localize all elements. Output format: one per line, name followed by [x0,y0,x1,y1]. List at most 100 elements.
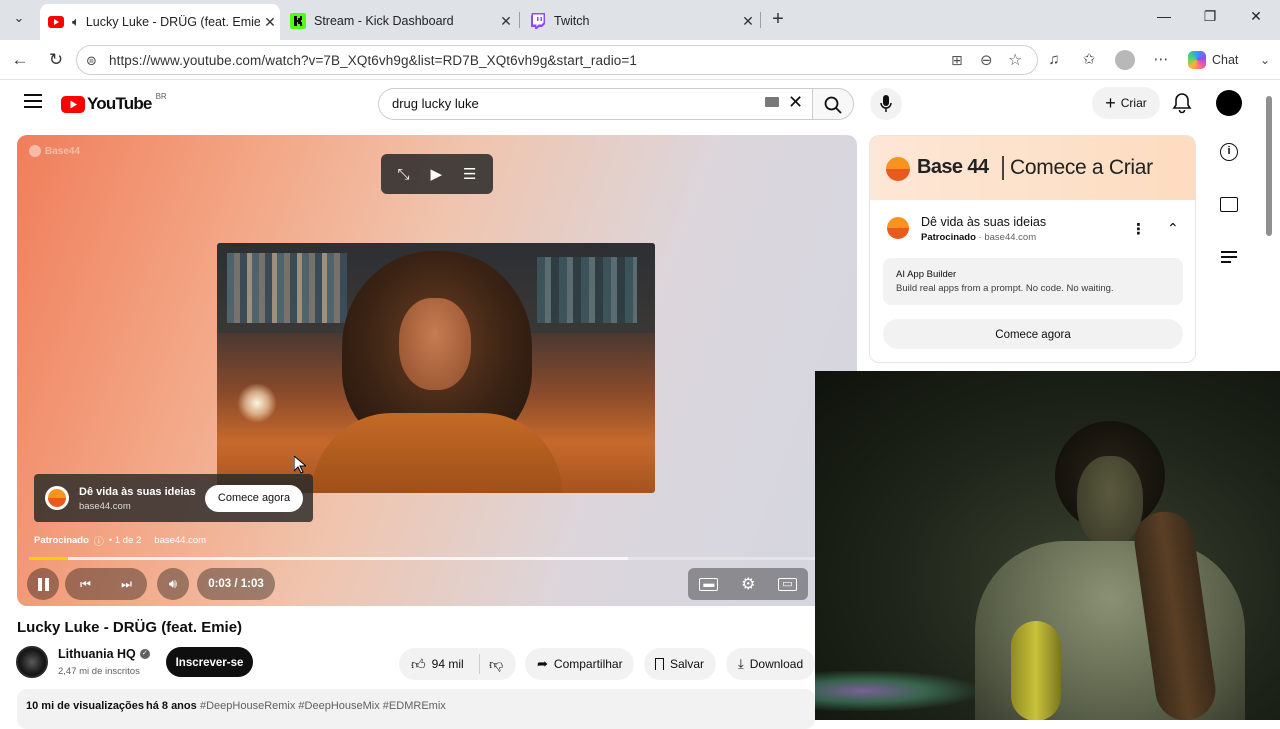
prev-next-group: ⏮︎ ⏭︎ [65,568,147,600]
menu-icon[interactable] [24,94,42,108]
hashtags[interactable]: #DeepHouseRemix #DeepHouseMix #EDMREmix [200,700,446,712]
video-player[interactable]: Base44 ⤡ ▶︎ ☰ Dê vida às suas ideias bas… [17,135,857,606]
close-tab-icon[interactable]: ✕ [738,13,758,30]
youtube-logo[interactable]: YouTube BR [61,92,167,114]
more-options-icon[interactable]: ⋯ [1151,50,1171,70]
copilot-chat-button[interactable]: Chat [1182,46,1252,74]
youtube-logo-icon [61,95,85,113]
books-right [537,257,637,323]
info-circle-icon[interactable]: i [1220,143,1238,161]
view-count: 10 mi de visualizações [26,700,145,712]
previous-icon[interactable]: ⏮︎ [80,577,91,592]
next-icon[interactable]: ⏭︎ [121,577,132,592]
url-text: https://www.youtube.com/watch?v=7B_XQt6v… [109,53,638,68]
progress-bar[interactable] [29,557,817,560]
back-button[interactable]: ← [8,48,32,72]
favorites-icon[interactable]: ✩ [1079,50,1099,70]
zoom-icon[interactable]: ⊖ [980,51,993,69]
sponsored-line: Patrocinado ⓘ • 1 de 2 base44.com [34,533,206,548]
tab-kick[interactable]: Stream - Kick Dashboard ✕ [282,6,516,36]
close-tab-icon[interactable]: ✕ [260,14,280,31]
scrollbar[interactable] [1266,96,1272,236]
person-face [399,298,471,390]
account-avatar[interactable] [1216,90,1242,116]
chevron-up-icon[interactable]: ⌃ [1167,220,1179,237]
overlay-ad-card[interactable]: Dê vida às suas ideias base44.com Comece… [34,474,313,522]
overlay-ad-cta-button[interactable]: Comece agora [205,485,303,512]
more-vert-icon[interactable]: ⋮ [1131,220,1146,238]
tab-youtube[interactable]: 🔈︎ Lucky Luke - DRÜG (feat. Emie ✕ [40,4,280,40]
youtube-header: YouTube BR drug lucky luke ✕ + Criar [0,82,1280,124]
search-icon [824,96,842,114]
address-bar[interactable]: ⊜ https://www.youtube.com/watch?v=7B_XQt… [76,45,1038,75]
notes-icon[interactable]: ☰ [463,165,476,183]
settings-gear-icon[interactable]: ⚙︎ [741,574,755,594]
new-tab-button[interactable]: + [766,8,790,32]
playlist-icon[interactable] [1221,251,1237,263]
close-window-button[interactable]: ✕ [1233,8,1279,32]
like-dislike-group: 👍︎ 94 mil 👎︎ [399,648,516,680]
ad-watermark: Base44 [29,145,80,157]
like-button[interactable]: 👍︎ 94 mil [399,656,479,673]
share-button[interactable]: ➦ Compartilhar [525,648,634,680]
close-tab-icon[interactable]: ✕ [496,13,516,30]
ad-info-box: AI App Builder Build real apps from a pr… [883,258,1183,305]
miniplayer-icon[interactable]: ▭ [778,577,797,591]
pause-button[interactable] [27,568,59,600]
app-available-icon[interactable]: ⊞ [951,52,963,69]
voice-search-button[interactable] [870,88,902,120]
banner-tagline: Comece a Criar [1010,156,1153,179]
profile-avatar[interactable] [1115,50,1135,70]
ad-title[interactable]: Dê vida às suas ideias [921,215,1046,229]
save-button[interactable]: Salvar [644,648,716,680]
channel-name-row[interactable]: Lithuania HQ ✓ [58,647,150,661]
video-description-box[interactable]: 10 mi de visualizações há 8 anos #DeepHo… [17,689,815,729]
chevron-down-icon[interactable]: ⌄ [1255,50,1275,70]
tab-list-menu-icon[interactable]: ⌄ [8,10,30,30]
ad-cta-button[interactable]: Comece agora [883,319,1183,349]
sidebar-ad-card: Base 44 Comece a Criar Dê vida às suas i… [869,135,1196,363]
download-button[interactable]: ⤓ Download [726,648,815,680]
restore-button[interactable]: ❐ [1187,8,1233,32]
video-settings-icon[interactable]: ▶︎ [430,165,442,183]
reload-button[interactable]: ↻ [44,48,68,72]
ad-sponsor-line: Patrocinado · base44.com [921,232,1037,243]
ad-banner[interactable]: Base 44 Comece a Criar [870,136,1195,200]
favorite-star-icon[interactable]: ☆ [1008,50,1022,70]
lamp-glow [237,383,277,423]
info-icon[interactable]: ⓘ [94,533,104,548]
webcam-overlay [815,371,1280,720]
notifications-bell-icon[interactable] [1172,92,1192,114]
twitch-favicon-icon [530,13,546,29]
books-left [227,253,347,323]
webcam-person-face [1077,456,1143,546]
dislike-button[interactable]: 👎︎ [480,656,503,673]
upload-age: há 8 anos [146,700,197,712]
search-button[interactable] [812,88,854,120]
volume-button[interactable]: 🔊︎ [157,568,189,600]
sponsored-domain[interactable]: base44.com [154,535,206,546]
search-input[interactable]: drug lucky luke ✕ [378,88,814,120]
minimize-button[interactable]: — [1141,8,1187,32]
tab-divider [760,12,761,28]
tab-title: Stream - Kick Dashboard [314,14,454,28]
collapse-icon[interactable]: ⤡ [397,166,409,183]
subscribe-button[interactable]: Inscrever-se [166,647,253,677]
comment-icon[interactable] [1220,197,1238,212]
audio-playing-icon[interactable]: 🔈︎ [72,14,80,30]
channel-name: Lithuania HQ [58,647,136,661]
site-info-icon[interactable]: ⊜ [86,53,97,69]
browser-toolbar: ← ↻ ⊜ https://www.youtube.com/watch?v=7B… [0,40,1280,80]
media-control-icon[interactable]: ♫ [1044,50,1064,70]
keyboard-icon[interactable] [765,97,779,107]
sponsored-label: Patrocinado [34,535,89,546]
channel-avatar[interactable] [16,646,48,678]
base44-logo-icon [887,217,909,239]
tab-twitch[interactable]: Twitch ✕ [522,6,758,36]
thumbs-up-icon: 👍︎ [411,655,426,672]
subtitles-icon[interactable]: ▬ [699,577,719,591]
overlay-ad-domain: base44.com [79,501,131,512]
create-button[interactable]: + Criar [1092,87,1160,119]
clear-search-icon[interactable]: ✕ [788,92,803,113]
youtube-favicon-icon [48,14,64,30]
